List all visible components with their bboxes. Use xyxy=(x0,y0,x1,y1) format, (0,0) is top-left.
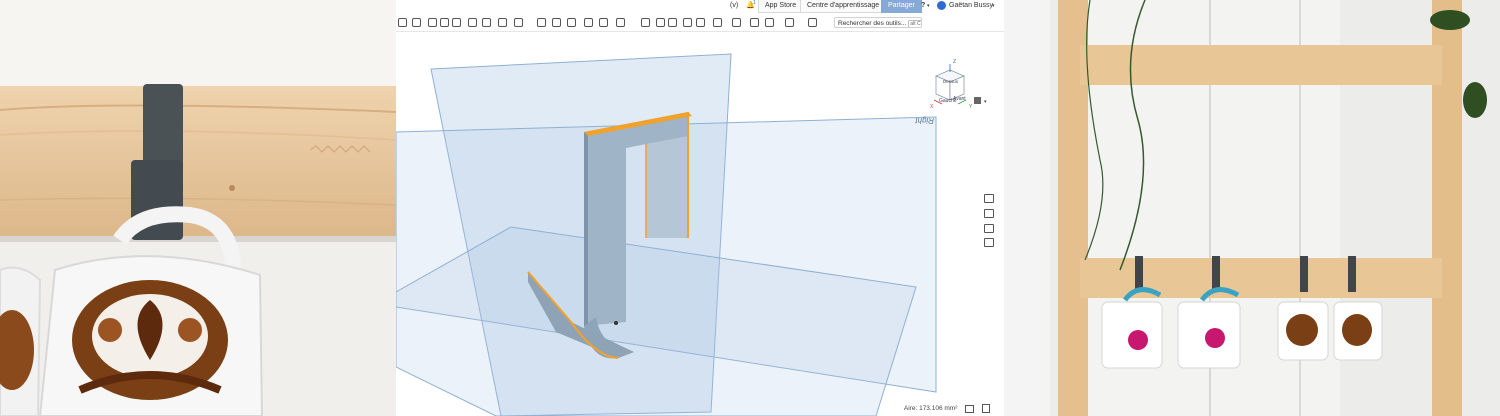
mate-connector-icon[interactable] xyxy=(696,18,705,27)
model-canvas: Gauche Avant Dessus Z X Y ▾ Right xyxy=(396,53,987,416)
tool-search-shortcut: alt C xyxy=(908,20,921,27)
user-menu-chevron-icon[interactable]: ▾ xyxy=(992,0,995,12)
feature-toolbar: Rechercher des outils... alt C xyxy=(396,15,1004,32)
learning-center-button[interactable]: Centre d'apprentissage xyxy=(800,0,887,13)
variable-icon[interactable] xyxy=(668,18,677,27)
top-bar: (v) 🔔 1 App Store Centre d'apprentissage… xyxy=(396,0,1004,14)
boolean-icon[interactable] xyxy=(599,18,608,27)
measure-toggle-icon[interactable] xyxy=(965,404,975,413)
revolve-icon[interactable] xyxy=(428,18,437,27)
mirror-icon[interactable] xyxy=(584,18,593,27)
measure-icon[interactable] xyxy=(765,18,774,27)
view-cube-right-label: Avant xyxy=(953,96,966,102)
chevron-down-icon[interactable]: ▾ xyxy=(927,0,930,12)
surface-icon[interactable] xyxy=(732,18,741,27)
view-options-chevron-icon: ▾ xyxy=(984,99,987,105)
status-menu-icon[interactable] xyxy=(982,404,990,413)
mug-on-shelf-photo xyxy=(0,0,396,416)
shell-icon[interactable] xyxy=(537,18,546,27)
curve-icon[interactable] xyxy=(750,18,759,27)
user-avatar-icon[interactable] xyxy=(937,0,946,12)
help-icon[interactable]: ? xyxy=(921,0,925,12)
view-options-icon xyxy=(974,97,981,104)
sweep-icon[interactable] xyxy=(440,18,449,27)
transform-icon[interactable] xyxy=(641,18,650,27)
cad-window: (v) 🔔 1 App Store Centre d'apprentissage… xyxy=(396,0,1004,416)
right-plane-label: Right xyxy=(915,116,934,125)
extrude-icon[interactable] xyxy=(412,18,421,27)
left-photo xyxy=(0,0,396,416)
area-readout: Aire: 173.106 mm² xyxy=(903,405,958,413)
status-bar: Aire: 173.106 mm² xyxy=(904,404,990,413)
hook-3 xyxy=(1300,256,1308,292)
loft-icon[interactable] xyxy=(452,18,461,27)
custom-feature-icon[interactable] xyxy=(808,18,817,27)
view-cube-axis-y: Y xyxy=(969,104,973,110)
white-gap xyxy=(1004,0,1050,416)
view-cube-top-label: Dessus xyxy=(943,79,959,84)
thicken-icon[interactable] xyxy=(468,18,477,27)
version-indicator[interactable]: (v) xyxy=(730,0,738,12)
fillet-icon[interactable] xyxy=(482,18,491,27)
tool-search-input[interactable]: Rechercher des outils... alt C xyxy=(834,17,922,28)
share-button[interactable]: Partager xyxy=(881,0,922,13)
3d-viewport[interactable]: Gauche Avant Dessus Z X Y ▾ Right Aire: … xyxy=(396,32,1004,416)
hook-1 xyxy=(1135,256,1143,292)
hole-icon[interactable] xyxy=(552,18,561,27)
draft-icon[interactable] xyxy=(514,18,523,27)
hook-4 xyxy=(1348,256,1356,292)
pattern-icon[interactable] xyxy=(567,18,576,27)
chamfer-icon[interactable] xyxy=(498,18,507,27)
mug-rack-photo xyxy=(1050,0,1500,416)
section-view-icon[interactable] xyxy=(785,18,794,27)
explode-view-icon[interactable] xyxy=(984,224,994,233)
tool-search-placeholder: Rechercher des outils... xyxy=(838,20,907,27)
display-states-icon[interactable] xyxy=(984,209,994,218)
view-cube-axis-x: X xyxy=(930,104,934,110)
split-icon[interactable] xyxy=(616,18,625,27)
delete-part-icon[interactable] xyxy=(656,18,665,27)
rack-top-rail xyxy=(1080,45,1442,85)
named-views-icon[interactable] xyxy=(984,238,994,247)
plane-icon[interactable] xyxy=(683,18,692,27)
sketch-icon[interactable] xyxy=(398,18,407,27)
notification-count: 1 xyxy=(753,0,756,6)
hook-2 xyxy=(1212,256,1220,292)
appearance-icon[interactable] xyxy=(984,194,994,203)
sheet-metal-icon[interactable] xyxy=(713,18,722,27)
app-store-button[interactable]: App Store xyxy=(758,0,804,13)
view-cube-axis-z: Z xyxy=(953,59,956,65)
user-name[interactable]: Gaëtan Bussy xyxy=(949,0,993,12)
right-photo xyxy=(1050,0,1500,416)
